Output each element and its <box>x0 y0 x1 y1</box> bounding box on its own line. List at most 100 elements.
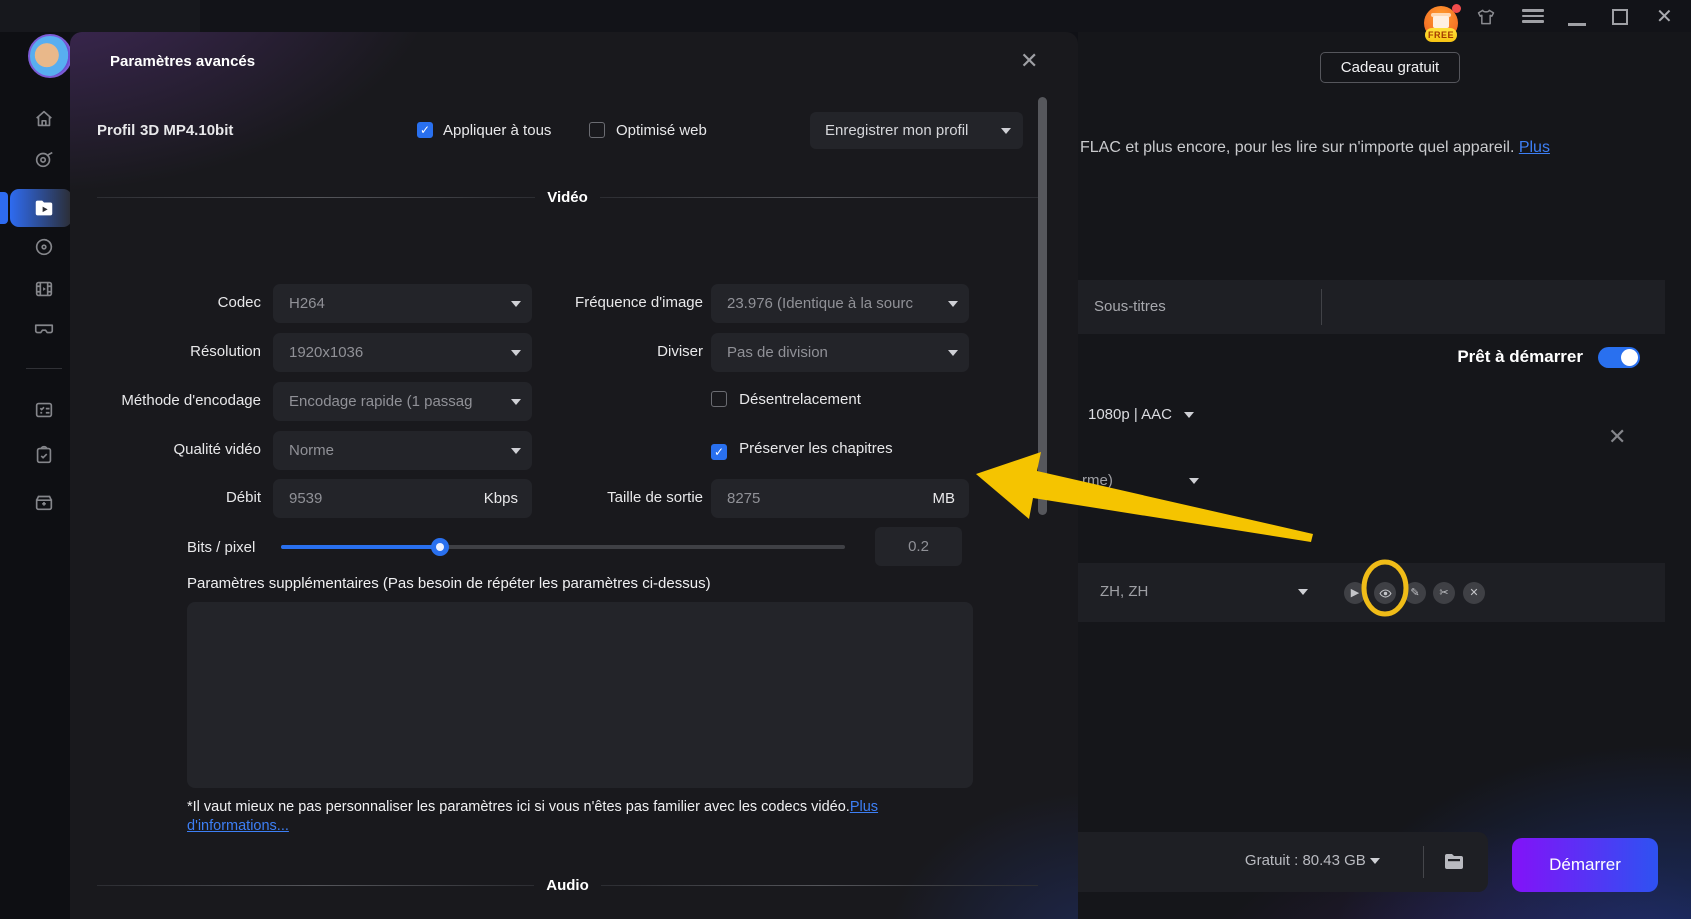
ready-toggle[interactable] <box>1598 347 1640 368</box>
sidebar-active-accent <box>0 192 8 224</box>
minimize-button[interactable] <box>1568 23 1586 26</box>
start-button[interactable]: Démarrer <box>1512 838 1658 892</box>
cut-subtitle-button[interactable]: ✂ <box>1433 582 1455 604</box>
sidebar-item-video-camera[interactable] <box>33 148 55 170</box>
gift-box-shape <box>1433 16 1449 28</box>
output-size-label: Taille de sortie <box>550 479 703 506</box>
sidebar-header-strip <box>0 0 200 32</box>
divider-line <box>600 197 1038 198</box>
profile-label: Profil <box>97 122 135 139</box>
bits-per-pixel-label: Bits / pixel <box>187 539 255 556</box>
chevron-down-icon <box>1001 128 1011 134</box>
remove-subtitle-button[interactable]: ✕ <box>1463 582 1485 604</box>
chevron-down-icon <box>1298 589 1308 595</box>
chevron-down-icon <box>511 350 521 356</box>
encode-method-label: Méthode d'encodage <box>70 382 261 409</box>
audio-section-label: Audio <box>546 877 589 894</box>
scissors-icon: ✂ <box>1439 587 1448 599</box>
window-titlebar: FREE ✕ <box>0 0 1691 32</box>
deinterlace-checkbox[interactable] <box>711 391 727 407</box>
save-profile-button[interactable]: Enregistrer mon profil <box>810 112 1023 149</box>
video-section-divider: Vidéo <box>97 189 1038 205</box>
file-list-header: Sous-titres <box>1078 280 1665 334</box>
deinterlace-row: Désentrelacement <box>711 382 861 408</box>
bits-per-pixel-slider[interactable] <box>281 545 845 549</box>
chevron-down-icon <box>948 301 958 307</box>
free-gift-button[interactable]: Cadeau gratuit <box>1320 52 1460 83</box>
dialog-title: Paramètres avancés <box>110 53 255 70</box>
view-subtitle-button[interactable] <box>1374 582 1396 604</box>
web-optimized-checkbox[interactable] <box>589 122 605 138</box>
output-format-dropdown[interactable]: 1080p | AAC <box>1088 406 1194 423</box>
close-window-button[interactable]: ✕ <box>1656 4 1673 29</box>
status-ready-label: Prêt à démarrer <box>1457 347 1583 367</box>
resolution-label: Résolution <box>70 333 261 360</box>
sidebar-item-3d-vr[interactable] <box>33 317 55 339</box>
banner-plus-link[interactable]: Plus <box>1519 139 1550 156</box>
apply-all-checkbox[interactable]: ✓ <box>417 122 433 138</box>
chevron-down-icon <box>511 301 521 307</box>
advanced-settings-dialog: Paramètres avancés ✕ Profil 3D MP4.10bit… <box>70 32 1078 919</box>
avatar[interactable] <box>28 34 72 78</box>
play-preview-button[interactable]: ▶ <box>1344 582 1366 604</box>
edit-subtitle-button[interactable]: ✎ <box>1404 582 1426 604</box>
maximize-button[interactable] <box>1612 9 1628 25</box>
quality-dropdown[interactable]: Norme <box>273 431 532 470</box>
sidebar-divider <box>26 368 62 369</box>
chevron-down-icon <box>1370 858 1380 864</box>
codec-dropdown[interactable]: H264 <box>273 284 532 323</box>
apply-all-label: Appliquer à tous <box>443 122 551 139</box>
slider-thumb[interactable] <box>431 538 449 556</box>
framerate-dropdown[interactable]: 23.976 (Identique à la sourc <box>711 284 969 323</box>
main-window-content: Cadeau gratuit FLAC et plus encore, pour… <box>1078 32 1691 919</box>
subtitle-language-dropdown[interactable]: ZH, ZH <box>1100 583 1308 600</box>
keep-chapters-row: ✓ Préserver les chapitres <box>711 431 893 460</box>
output-size-unit: MB <box>933 479 956 518</box>
divider-line <box>601 885 1038 886</box>
quality-label: Qualité vidéo <box>70 431 261 458</box>
subtitles-column-header[interactable]: Sous-titres <box>1094 298 1166 315</box>
open-folder-button[interactable] <box>1440 850 1468 874</box>
hamburger-menu-icon[interactable] <box>1522 6 1544 26</box>
extra-params-textarea[interactable] <box>187 602 973 788</box>
remove-file-button[interactable]: ✕ <box>1608 424 1626 450</box>
chevron-down-icon <box>511 399 521 405</box>
keep-chapters-checkbox[interactable]: ✓ <box>711 444 727 460</box>
quality-dropdown-partial[interactable]: rme) <box>1082 472 1199 489</box>
chevron-down-icon <box>1189 478 1199 484</box>
output-size-input[interactable]: 8275 MB <box>711 479 969 518</box>
bits-per-pixel-value: 0.2 <box>875 527 962 566</box>
web-optimized-label: Optimisé web <box>616 122 707 139</box>
free-badge: FREE <box>1425 28 1457 42</box>
modal-scrollbar-thumb[interactable] <box>1038 97 1047 515</box>
video-section-label: Vidéo <box>547 189 588 206</box>
sidebar-item-film[interactable] <box>33 278 55 300</box>
sidebar-item-task-list[interactable] <box>33 399 55 421</box>
resolution-dropdown[interactable]: 1920x1036 <box>273 333 532 372</box>
bitrate-unit: Kbps <box>484 479 518 518</box>
sidebar-item-clipboard[interactable] <box>33 444 55 466</box>
split-label: Diviser <box>550 333 703 360</box>
divider-line <box>97 197 535 198</box>
column-divider <box>1321 289 1322 325</box>
deinterlace-label: Désentrelacement <box>739 391 861 408</box>
split-dropdown[interactable]: Pas de division <box>711 333 969 372</box>
sidebar-item-dvd[interactable] <box>33 236 55 258</box>
profile-row: Profil 3D MP4.10bit ✓ Appliquer à tous O… <box>70 112 1078 151</box>
play-icon: ▶ <box>1351 587 1359 599</box>
notification-dot <box>1452 4 1461 13</box>
dialog-close-button[interactable]: ✕ <box>1020 48 1038 74</box>
sidebar-item-toolbox[interactable] <box>33 491 55 513</box>
folder-video-icon <box>33 197 55 219</box>
sidebar-item-home[interactable] <box>33 108 55 130</box>
bitrate-input[interactable]: 9539 Kbps <box>273 479 532 518</box>
encode-method-dropdown[interactable]: Encodage rapide (1 passag <box>273 382 532 421</box>
slider-fill <box>281 545 440 549</box>
subtitle-track-row: ZH, ZH ▶ ✎ ✂ ✕ <box>1078 563 1665 622</box>
extra-params-label: Paramètres supplémentaires (Pas besoin d… <box>187 575 711 592</box>
tshirt-theme-icon[interactable] <box>1475 7 1497 27</box>
output-path-panel: Gratuit : 80.43 GB <box>1078 832 1488 892</box>
gift-promo-button[interactable]: FREE <box>1424 6 1462 44</box>
bits-per-pixel-row: Bits / pixel 0.2 <box>70 527 1078 567</box>
free-space-dropdown[interactable]: Gratuit : 80.43 GB <box>1245 852 1380 869</box>
